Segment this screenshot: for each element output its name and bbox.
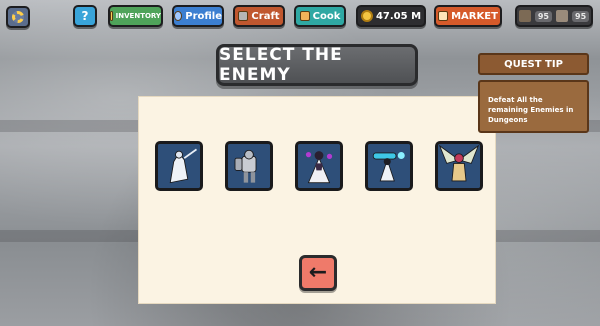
cook-button[interactable]: Cook <box>294 5 346 27</box>
craft-button[interactable]: Craft <box>233 5 285 27</box>
help-label: ? <box>81 9 89 23</box>
settings-button[interactable] <box>6 6 30 28</box>
coin-icon <box>360 10 373 22</box>
resource-counter: 95 95 <box>515 5 593 27</box>
quest-tip-title: QUEST TIP <box>504 58 563 70</box>
gold-amount: 47.05 M <box>375 10 422 22</box>
anvil-icon <box>238 11 249 21</box>
market-label: MARKET <box>451 10 498 22</box>
cook-label: Cook <box>312 10 341 22</box>
enemy-tile[interactable] <box>365 141 413 191</box>
craft-label: Craft <box>251 10 280 22</box>
backpack-icon <box>110 11 113 21</box>
profile-icon <box>174 11 183 21</box>
enemy-tile[interactable] <box>435 141 483 191</box>
resource-b-value: 95 <box>572 10 590 22</box>
quest-tip-text: Defeat All the remaining Enemies in Dung… <box>488 96 574 124</box>
arrow-left-icon: ← <box>308 260 328 285</box>
armored-knight-icon <box>228 144 270 188</box>
dialog-title: SELECT THE ENEMY <box>216 44 418 86</box>
enemy-tile[interactable] <box>155 141 203 191</box>
winged-beast-icon <box>438 144 480 188</box>
inventory-button[interactable]: INVENTORY <box>108 5 163 27</box>
shop-icon <box>438 11 449 21</box>
cannon-gunner-icon <box>368 144 410 188</box>
market-button[interactable]: MARKET <box>434 5 502 27</box>
gear-icon <box>12 11 24 23</box>
stone-icon <box>556 10 568 22</box>
enemy-tile[interactable] <box>295 141 343 191</box>
enemy-tile[interactable] <box>225 141 273 191</box>
white-swordsman-icon <box>158 144 200 188</box>
profile-button[interactable]: Profile <box>172 5 224 27</box>
dark-witch-icon <box>298 144 340 188</box>
help-button[interactable]: ? <box>73 5 97 27</box>
back-button[interactable]: ← <box>299 255 337 291</box>
pot-icon <box>299 11 310 21</box>
gold-counter: 47.05 M <box>356 5 426 27</box>
quest-tip-header: QUEST TIP <box>478 53 589 75</box>
profile-label: Profile <box>185 10 222 22</box>
enemy-select-panel: ← <box>138 96 496 304</box>
quest-tip-body: Defeat All the remaining Enemies in Dung… <box>478 80 589 133</box>
inventory-label: INVENTORY <box>115 12 161 20</box>
meat-icon <box>518 10 531 22</box>
resource-a-value: 95 <box>534 10 552 22</box>
dialog-title-text: SELECT THE ENEMY <box>219 45 343 85</box>
